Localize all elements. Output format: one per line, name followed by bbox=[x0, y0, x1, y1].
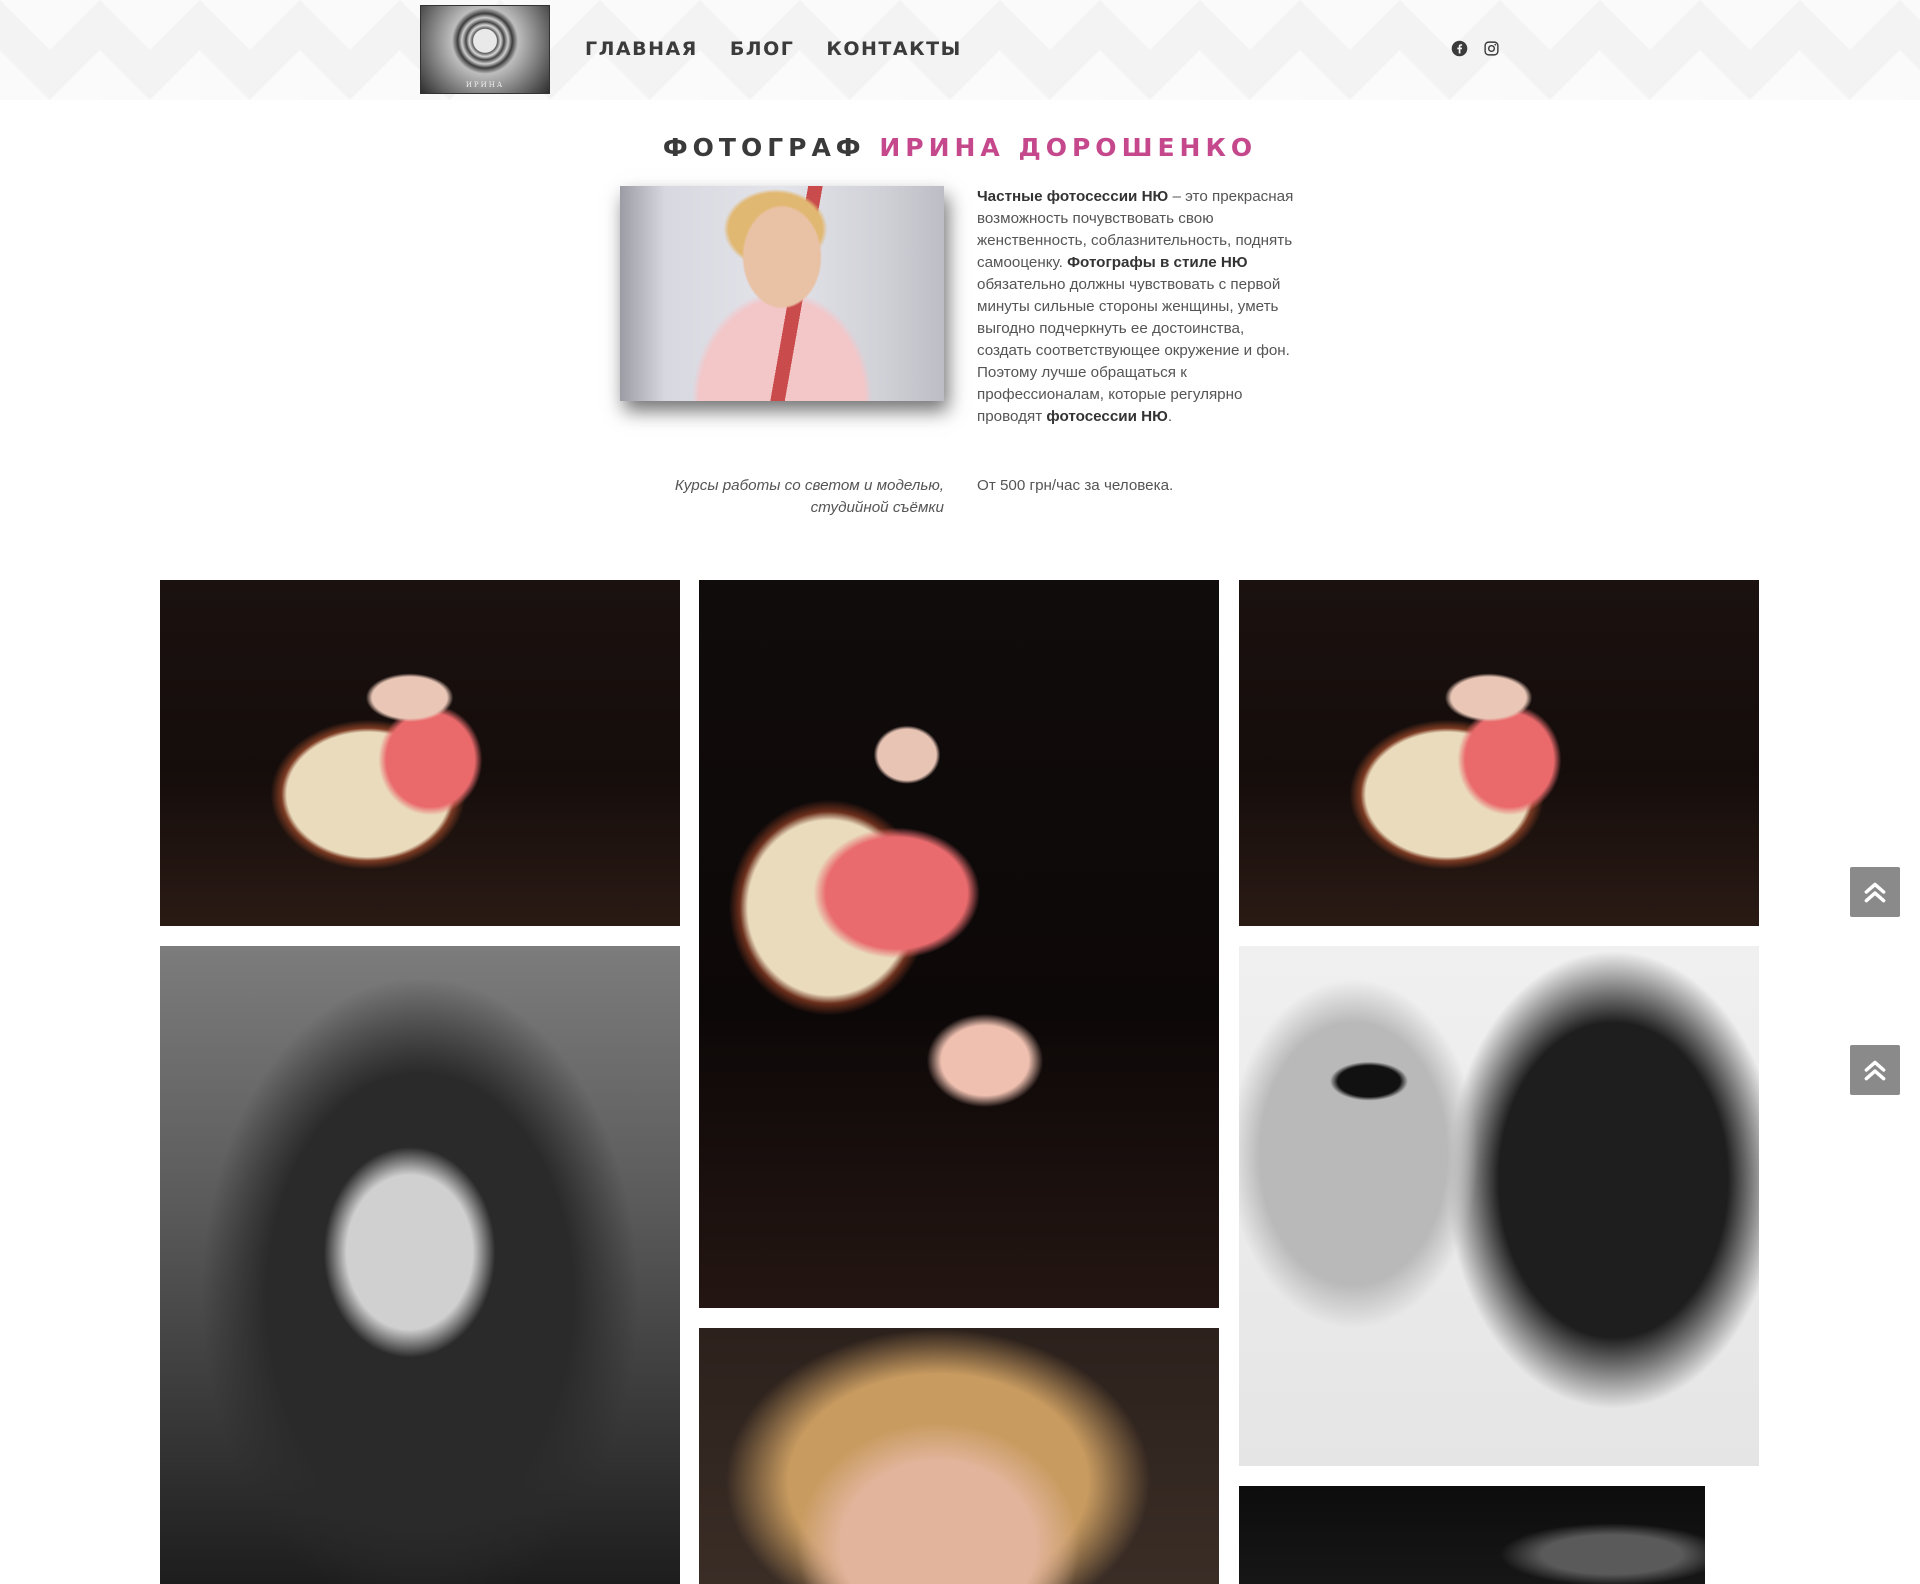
gallery-photo[interactable] bbox=[160, 580, 680, 926]
back-to-top-button[interactable] bbox=[1850, 867, 1900, 917]
gallery-photo[interactable] bbox=[699, 580, 1219, 1308]
gallery-photo[interactable] bbox=[1239, 946, 1759, 1466]
gallery-photo[interactable] bbox=[1239, 1486, 1705, 1584]
logo-text: ИРИНА bbox=[465, 81, 505, 89]
intro-bold-3: фотосессии НЮ bbox=[1046, 408, 1168, 425]
back-to-top-button-secondary[interactable] bbox=[1850, 1045, 1900, 1095]
double-chevron-up-icon bbox=[1864, 1060, 1886, 1081]
course-price: От 500 грн/час за человека. bbox=[977, 477, 1174, 494]
course-label: Курсы работы со светом и моделью, студий… bbox=[674, 477, 944, 516]
site-logo[interactable]: ИРИНА bbox=[420, 5, 550, 94]
gallery-photo[interactable] bbox=[699, 1328, 1219, 1584]
nav-link-blog[interactable]: БЛОГ bbox=[730, 38, 795, 60]
site-header: ИРИНА ГЛАВНАЯ БЛОГ КОНТАКТЫ bbox=[0, 0, 1920, 100]
instagram-icon[interactable] bbox=[1483, 40, 1500, 57]
page-title: ФОТОГРАФ ИРИНА ДОРОШЕНКО bbox=[0, 133, 1920, 162]
intro-bold-2: Фотографы в стиле НЮ bbox=[1067, 254, 1248, 271]
gallery-photo[interactable] bbox=[1239, 580, 1759, 926]
photographer-portrait bbox=[620, 186, 944, 401]
gallery-photo[interactable] bbox=[160, 946, 680, 1584]
intro-text-3: . bbox=[1167, 408, 1173, 425]
nav-link-home[interactable]: ГЛАВНАЯ bbox=[585, 38, 698, 60]
page-title-name: ИРИНА ДОРОШЕНКО bbox=[879, 133, 1258, 162]
facebook-icon[interactable] bbox=[1451, 40, 1468, 57]
intro-bold-1: Частные фотосессии НЮ bbox=[977, 188, 1169, 205]
page-title-prefix: ФОТОГРАФ bbox=[662, 133, 866, 162]
intro-text-2: обязательно должны чувствовать с первой … bbox=[977, 276, 1290, 425]
nav-link-contacts[interactable]: КОНТАКТЫ bbox=[826, 38, 961, 60]
double-chevron-up-icon bbox=[1864, 882, 1886, 903]
main-nav: ГЛАВНАЯ БЛОГ КОНТАКТЫ bbox=[585, 38, 962, 60]
intro-paragraph: Частные фотосессии НЮ – это прекрасная в… bbox=[977, 186, 1297, 428]
